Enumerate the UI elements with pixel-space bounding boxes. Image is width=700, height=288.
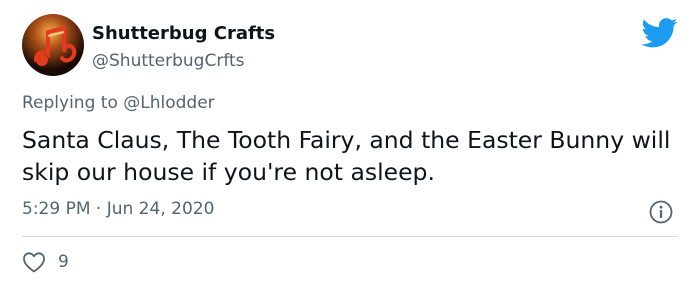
reply-mention-link[interactable]: @Lhlodder: [123, 93, 214, 113]
like-button[interactable]: 9: [22, 250, 69, 274]
tweet-date: Jun 24, 2020: [106, 199, 215, 219]
like-count: 9: [58, 252, 69, 272]
info-icon[interactable]: [648, 199, 674, 225]
replying-to-label: Replying to: [22, 93, 118, 113]
divider: [22, 236, 678, 237]
author-display-name[interactable]: Shutterbug Crafts: [92, 23, 275, 44]
twitter-bird-icon[interactable]: [641, 18, 678, 48]
heart-icon: [23, 252, 45, 273]
tweet-timestamp[interactable]: 5:29 PM · Jun 24, 2020: [22, 199, 214, 219]
meta-separator: ·: [95, 199, 102, 219]
tweet-text: Santa Claus, The Tooth Fairy, and the Ea…: [22, 126, 671, 186]
author-handle[interactable]: @ShutterbugCrfts: [92, 51, 245, 71]
tweet-card: Shutterbug Crafts @ShutterbugCrfts Reply…: [0, 0, 700, 288]
avatar[interactable]: [22, 14, 84, 76]
tweet-time: 5:29 PM: [22, 199, 91, 219]
replying-to: Replying to @Lhlodder: [22, 93, 215, 113]
